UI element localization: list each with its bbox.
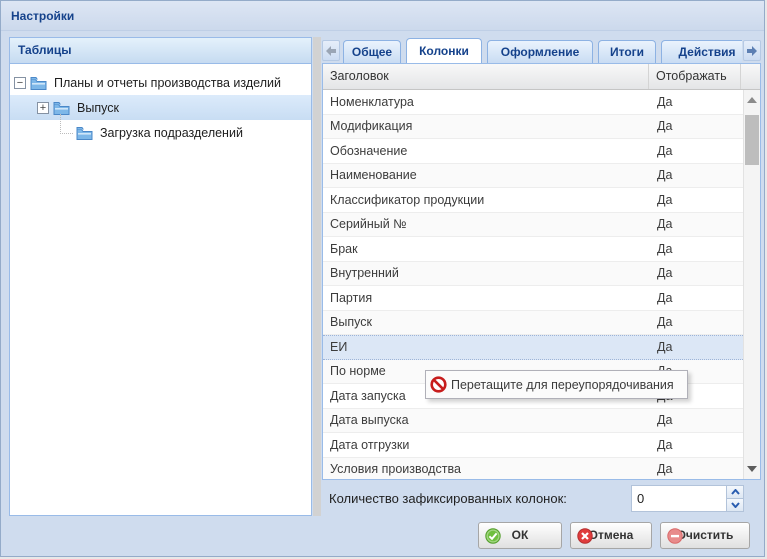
tree-node[interactable]: Загрузка подразделений [10, 120, 311, 145]
grid-row[interactable]: МодификацияДа [323, 115, 743, 140]
clear-button[interactable]: Очистить [660, 522, 750, 549]
row-visible-cell: Да [649, 266, 672, 280]
tab-scroll-left-icon[interactable] [322, 40, 340, 61]
row-visible-cell: Да [649, 95, 672, 109]
expand-icon[interactable]: + [37, 102, 49, 114]
no-drop-icon [430, 376, 447, 393]
grid-header: Заголовок Отображать [323, 64, 760, 90]
column-header-visible[interactable]: Отображать [649, 64, 741, 89]
fixed-columns-label: Количество зафиксированных колонок: [322, 491, 567, 506]
button-label: Отмена [589, 528, 634, 542]
row-visible-cell: Да [649, 119, 672, 133]
columns-grid: Заголовок Отображать НоменклатураДаМодиф… [322, 63, 761, 480]
row-visible-cell: Да [649, 168, 672, 182]
row-title-cell: Классификатор продукции [323, 193, 649, 207]
row-title-cell: Партия [323, 291, 649, 305]
grid-row[interactable]: ВыпускДа [323, 311, 743, 336]
row-visible-cell: Да [649, 144, 672, 158]
row-title-cell: Наименование [323, 168, 649, 182]
tables-panel-header: Таблицы [10, 38, 311, 64]
row-title-cell: Номенклатура [323, 95, 649, 109]
tables-tree: − Планы и отчеты производства изделий + Вып… [10, 64, 311, 145]
settings-window: Настройки Таблицы − Планы и отчеты произв… [0, 0, 765, 557]
row-title-cell: Брак [323, 242, 649, 256]
panel-splitter[interactable] [313, 37, 321, 516]
column-header-title[interactable]: Заголовок [323, 64, 649, 89]
row-visible-cell: Да [649, 291, 672, 305]
tables-panel: Таблицы − Планы и отчеты производства изд… [9, 37, 312, 516]
row-title-cell: Модификация [323, 119, 649, 133]
row-title-cell: Серийный № [323, 217, 649, 231]
row-visible-cell: Да [649, 315, 672, 329]
window-title: Настройки [1, 1, 764, 31]
row-title-cell: Дата отгрузки [323, 438, 649, 452]
row-title-cell: Дата выпуска [323, 413, 649, 427]
grid-row[interactable]: Классификатор продукцииДа [323, 188, 743, 213]
tab-оформление[interactable]: Оформление [487, 40, 593, 63]
scroll-up-icon[interactable] [744, 92, 760, 108]
tree-node-label: Выпуск [77, 100, 119, 115]
drag-tooltip: Перетащите для переупорядочивания [425, 370, 688, 399]
spinner-buttons [726, 486, 743, 511]
grid-row[interactable]: ВнутреннийДа [323, 262, 743, 287]
fixed-columns-toolbar: Количество зафиксированных колонок: [322, 481, 761, 516]
tree-node[interactable]: − Планы и отчеты производства изделий [10, 70, 311, 95]
check-icon [485, 528, 501, 544]
row-title-cell: ЕИ [323, 340, 649, 354]
spinner-up-icon[interactable] [727, 486, 743, 499]
grid-row[interactable]: Дата отгрузкиДа [323, 433, 743, 458]
fixed-columns-input[interactable] [632, 486, 726, 511]
cross-icon [577, 528, 593, 544]
grid-row[interactable]: НаименованиеДа [323, 164, 743, 189]
drag-tooltip-text: Перетащите для переупорядочивания [451, 378, 674, 392]
tree-node-label: Планы и отчеты производства изделий [54, 75, 281, 90]
folder-icon [76, 126, 94, 140]
tab-list: ОбщееКолонкиОформлениеИтогиДействия [343, 38, 742, 63]
settings-tab-panel: ОбщееКолонкиОформлениеИтогиДействия Заго… [322, 37, 761, 516]
tree-node-label: Загрузка подразделений [100, 125, 243, 140]
row-title-cell: Внутренний [323, 266, 649, 280]
spinner-down-icon[interactable] [727, 499, 743, 511]
grid-body: НоменклатураДаМодификацияДаОбозначениеДа… [323, 90, 743, 479]
button-label: ОК [512, 528, 529, 542]
tab-колонки[interactable]: Колонки [406, 38, 482, 63]
folder-icon [30, 76, 48, 90]
grid-row[interactable]: Условия производстваДа [323, 458, 743, 480]
row-visible-cell: Да [649, 217, 672, 231]
grid-row[interactable]: БракДа [323, 237, 743, 262]
row-visible-cell: Да [649, 438, 672, 452]
tab-итоги[interactable]: Итоги [598, 40, 656, 63]
cancel-button[interactable]: Отмена [570, 522, 652, 549]
dialog-footer: ОК Отмена Очистить [1, 516, 764, 556]
tree-node[interactable]: + Выпуск [10, 95, 311, 120]
row-visible-cell: Да [649, 193, 672, 207]
collapse-icon[interactable]: − [14, 77, 26, 89]
tab-scroll-right-icon[interactable] [743, 40, 761, 61]
row-visible-cell: Да [649, 340, 672, 354]
tab-действия[interactable]: Действия [661, 40, 742, 63]
grid-row[interactable]: НоменклатураДа [323, 90, 743, 115]
ok-button[interactable]: ОК [478, 522, 562, 549]
row-visible-cell: Да [649, 462, 672, 476]
row-title-cell: Условия производства [323, 462, 649, 476]
minus-icon [667, 528, 683, 544]
tab-общее[interactable]: Общее [343, 40, 401, 63]
grid-row[interactable]: ОбозначениеДа [323, 139, 743, 164]
grid-row[interactable]: Дата выпускаДа [323, 409, 743, 434]
tree-elbow-line [60, 114, 73, 134]
folder-icon [53, 101, 71, 115]
row-title-cell: Выпуск [323, 315, 649, 329]
scroll-down-icon[interactable] [744, 461, 760, 477]
tab-strip: ОбщееКолонкиОформлениеИтогиДействия [322, 37, 761, 63]
row-visible-cell: Да [649, 413, 672, 427]
scrollbar-thumb[interactable] [745, 115, 759, 165]
grid-scrollbar[interactable] [743, 90, 760, 479]
grid-row[interactable]: ЕИДа [323, 335, 743, 360]
fixed-columns-spinner [631, 485, 744, 512]
button-label: Очистить [677, 528, 734, 542]
grid-row[interactable]: ПартияДа [323, 286, 743, 311]
row-title-cell: Обозначение [323, 144, 649, 158]
row-visible-cell: Да [649, 242, 672, 256]
grid-row[interactable]: Серийный №Да [323, 213, 743, 238]
